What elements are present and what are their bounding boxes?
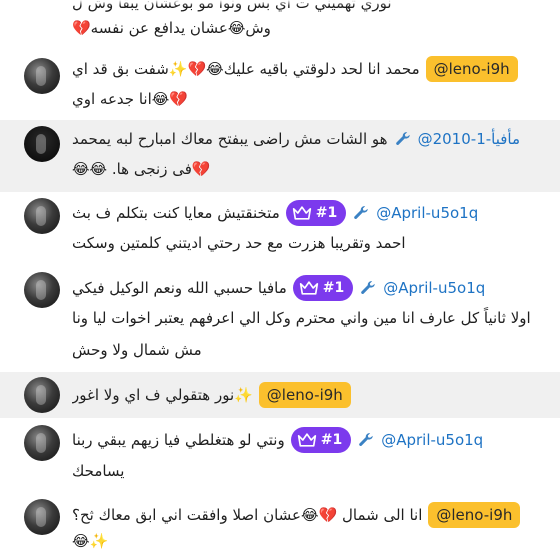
message-text: مافيا حسبي الله ونعم الوكيل فيكي [72, 279, 287, 297]
wrench-icon [354, 206, 368, 219]
rank-badge: #1 [285, 200, 347, 226]
crown-icon [299, 281, 318, 295]
avatar[interactable] [24, 198, 60, 234]
message-row: @leno-i9h محمد انا لحد دلوقتي باقيه عليك… [72, 56, 546, 82]
scroll-fade [0, 0, 560, 6]
wrench-icon [395, 132, 410, 145]
chat-message: @leno-i9h ✨نور هتقولي ف اي ولا اغور [0, 372, 560, 418]
message-text: متخنقتيش معايا كنت بتكلم ف بث [72, 204, 280, 222]
message-text: محمد انا لحد دلوقتي باقيه عليك😂💔✨شفت بق … [72, 60, 420, 78]
author-chip[interactable]: @leno-i9h [258, 382, 351, 408]
avatar[interactable] [24, 499, 60, 535]
message-row: @April-u5o1q #1 مافيا حسبي الله ونعم الو… [72, 275, 546, 301]
message-text-line2: ✨😂 [72, 532, 109, 550]
message-text-line2: احمد وتقريبا هزرت مع حد رحتي اديتني كلمت… [72, 234, 406, 252]
chat-message: @April-u5o1q #1 ونتي لو هتغلطي فيا زيهم … [0, 418, 560, 494]
message-text-line3: مش شمال ولا وحش [72, 341, 202, 359]
rank-badge: #1 [292, 275, 354, 301]
rank-label: #1 [320, 432, 343, 448]
chat-message: نوري تهميني ت اي بس ونوا مو بوعشان يبقا … [0, 0, 560, 50]
wrench-icon [359, 433, 373, 446]
chat-message: @April-u5o1q #1 مافيا حسبي الله ونعم الو… [0, 266, 560, 370]
author-name[interactable]: @April-u5o1q [383, 275, 485, 301]
message-text: ✨نور هتقولي ف اي ولا اغور [72, 386, 253, 404]
avatar[interactable] [24, 425, 60, 461]
crown-icon [297, 433, 316, 447]
chat-feed[interactable]: نوري تهميني ت اي بس ونوا مو بوعشان يبقا … [0, 0, 560, 560]
author-chip[interactable]: @leno-i9h [425, 56, 518, 82]
message-text-line2: 💔فى زنجى ها. 😂😂 [72, 160, 211, 178]
avatar[interactable] [24, 377, 60, 413]
message-row: @مأفيأ-1-2010 هو الشات مش راضى يبفتح معا… [72, 126, 546, 152]
message-row: @April-u5o1q #1 متخنقتيش معايا كنت بتكلم… [72, 200, 546, 226]
avatar[interactable] [24, 272, 60, 308]
rank-badge: #1 [290, 427, 352, 453]
rank-label: #1 [322, 280, 345, 296]
message-text: ونتي لو هتغلطي فيا زيهم يبقي ربنا [72, 431, 285, 449]
author-name[interactable]: @April-u5o1q [376, 200, 478, 226]
message-row: @April-u5o1q #1 ونتي لو هتغلطي فيا زيهم … [72, 427, 546, 453]
message-text-line2: اولا ثانياً كل عارف انا مين واني محترم و… [72, 309, 531, 327]
message-row: @leno-i9h انا الى شمال 💔😂عشان اصلا وافقت… [72, 502, 546, 528]
message-row: @leno-i9h ✨نور هتقولي ف اي ولا اغور [72, 382, 546, 408]
message-text-line2: وش😂عشان يدافع عن نفسه💔 [72, 19, 271, 37]
avatar[interactable] [24, 58, 60, 94]
message-text-line2: 💔😂انا جدعه اوي [72, 90, 188, 108]
wrench-icon [361, 281, 376, 294]
message-text: هو الشات مش راضى يبفتح معاك امبارح لبه ي… [72, 130, 388, 148]
rank-label: #1 [315, 205, 338, 221]
chat-message: @April-u5o1q #1 متخنقتيش معايا كنت بتكلم… [0, 192, 560, 266]
author-name[interactable]: @مأفيأ-1-2010 [418, 126, 520, 152]
message-text: انا الى شمال 💔😂عشان اصلا وافقت اني ابق م… [72, 506, 423, 524]
chat-message: @leno-i9h انا الى شمال 💔😂عشان اصلا وافقت… [0, 494, 560, 560]
author-chip[interactable]: @leno-i9h [428, 502, 521, 528]
chat-message: @مأفيأ-1-2010 هو الشات مش راضى يبفتح معا… [0, 120, 560, 192]
crown-icon [292, 206, 311, 220]
message-text-line2: يسامحك [72, 462, 125, 480]
avatar[interactable] [24, 126, 60, 162]
author-name[interactable]: @April-u5o1q [381, 427, 483, 453]
chat-message: @leno-i9h محمد انا لحد دلوقتي باقيه عليك… [0, 50, 560, 120]
